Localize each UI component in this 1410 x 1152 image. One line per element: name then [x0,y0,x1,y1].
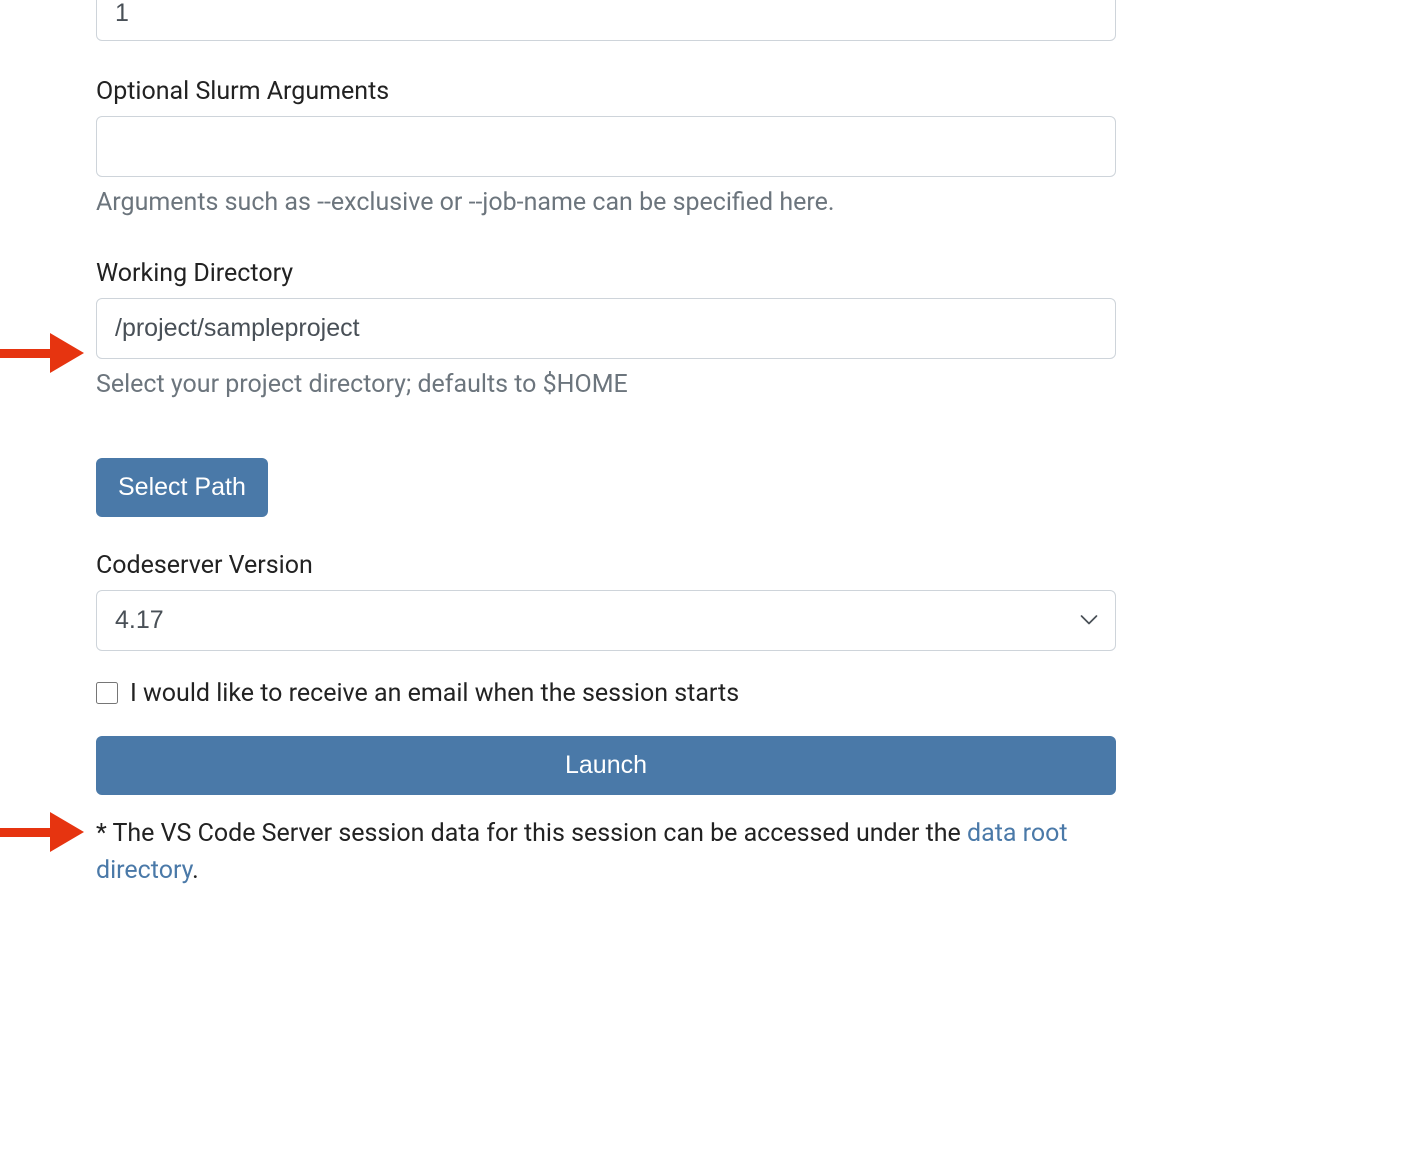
numeric-input[interactable] [96,0,1116,41]
working-dir-input[interactable] [96,298,1116,359]
working-dir-label: Working Directory [96,259,1116,288]
codeserver-group: Codeserver Version 4.17 [96,551,1116,651]
slurm-args-group: Optional Slurm Arguments Arguments such … [96,77,1116,221]
email-checkbox[interactable] [96,682,118,704]
footer-note: * The VS Code Server session data for th… [96,815,1116,890]
codeserver-label: Codeserver Version [96,551,1116,580]
select-path-button[interactable]: Select Path [96,458,268,517]
partial-top-field [96,0,1116,41]
select-path-group: Select Path [96,458,1116,517]
working-dir-group: Working Directory Select your project di… [96,259,1116,403]
email-checkbox-label: I would like to receive an email when th… [130,679,739,708]
working-dir-help: Select your project directory; defaults … [96,367,1116,403]
footer-prefix: * The VS Code Server session data for th… [96,819,967,848]
launch-button[interactable]: Launch [96,736,1116,795]
slurm-args-label: Optional Slurm Arguments [96,77,1116,106]
slurm-args-input[interactable] [96,116,1116,177]
email-checkbox-row: I would like to receive an email when th… [96,679,1116,708]
form-container: Optional Slurm Arguments Arguments such … [96,0,1116,890]
footer-suffix: . [192,856,199,885]
codeserver-select[interactable]: 4.17 [96,590,1116,651]
slurm-args-help: Arguments such as --exclusive or --job-n… [96,185,1116,221]
